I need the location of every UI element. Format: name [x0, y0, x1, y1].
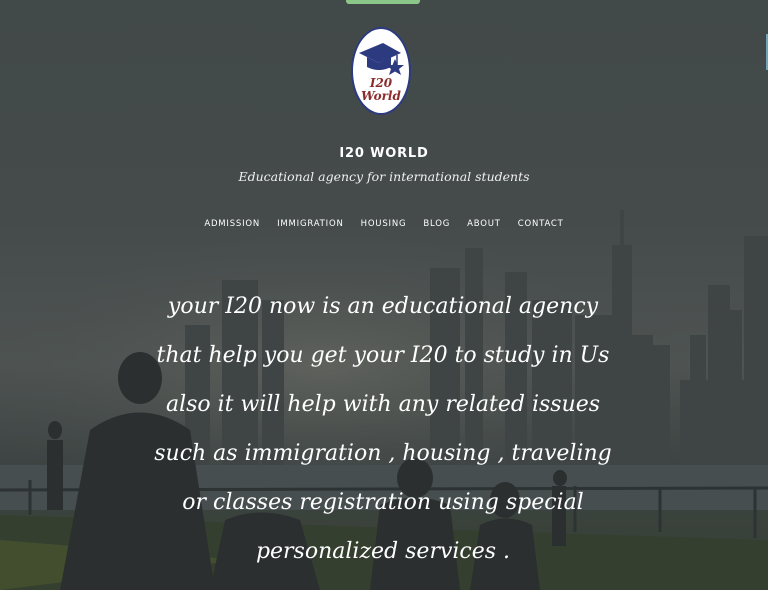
- hero-line: that help you get your I20 to study in U…: [156, 343, 610, 368]
- site-tagline: Educational agency for international stu…: [238, 169, 530, 184]
- top-accent-bar: [346, 0, 420, 4]
- hero-line: or classes registration using special: [182, 490, 584, 515]
- nav-contact[interactable]: CONTACT: [518, 219, 564, 229]
- hero-line: such as immigration , housing , travelin…: [154, 441, 612, 466]
- nav-immigration[interactable]: IMMIGRATION: [277, 219, 344, 229]
- main-nav: ADMISSION IMMIGRATION HOUSING BLOG ABOUT…: [0, 219, 768, 229]
- nav-admission[interactable]: ADMISSION: [204, 219, 260, 229]
- site-logo[interactable]: I20 World: [351, 27, 411, 115]
- hero-line: your I20 now is an educational agency: [167, 294, 599, 319]
- nav-housing[interactable]: HOUSING: [361, 219, 407, 229]
- hero-line: personalized services .: [255, 539, 511, 564]
- site-title: I20 WORLD: [339, 146, 429, 161]
- nav-about[interactable]: ABOUT: [467, 219, 501, 229]
- nav-blog[interactable]: BLOG: [423, 219, 450, 229]
- hero-description: your I20 now is an educational agency th…: [150, 282, 616, 576]
- logo-text: I20 World: [361, 76, 401, 103]
- hero-line: also it will help with any related issue…: [165, 392, 601, 417]
